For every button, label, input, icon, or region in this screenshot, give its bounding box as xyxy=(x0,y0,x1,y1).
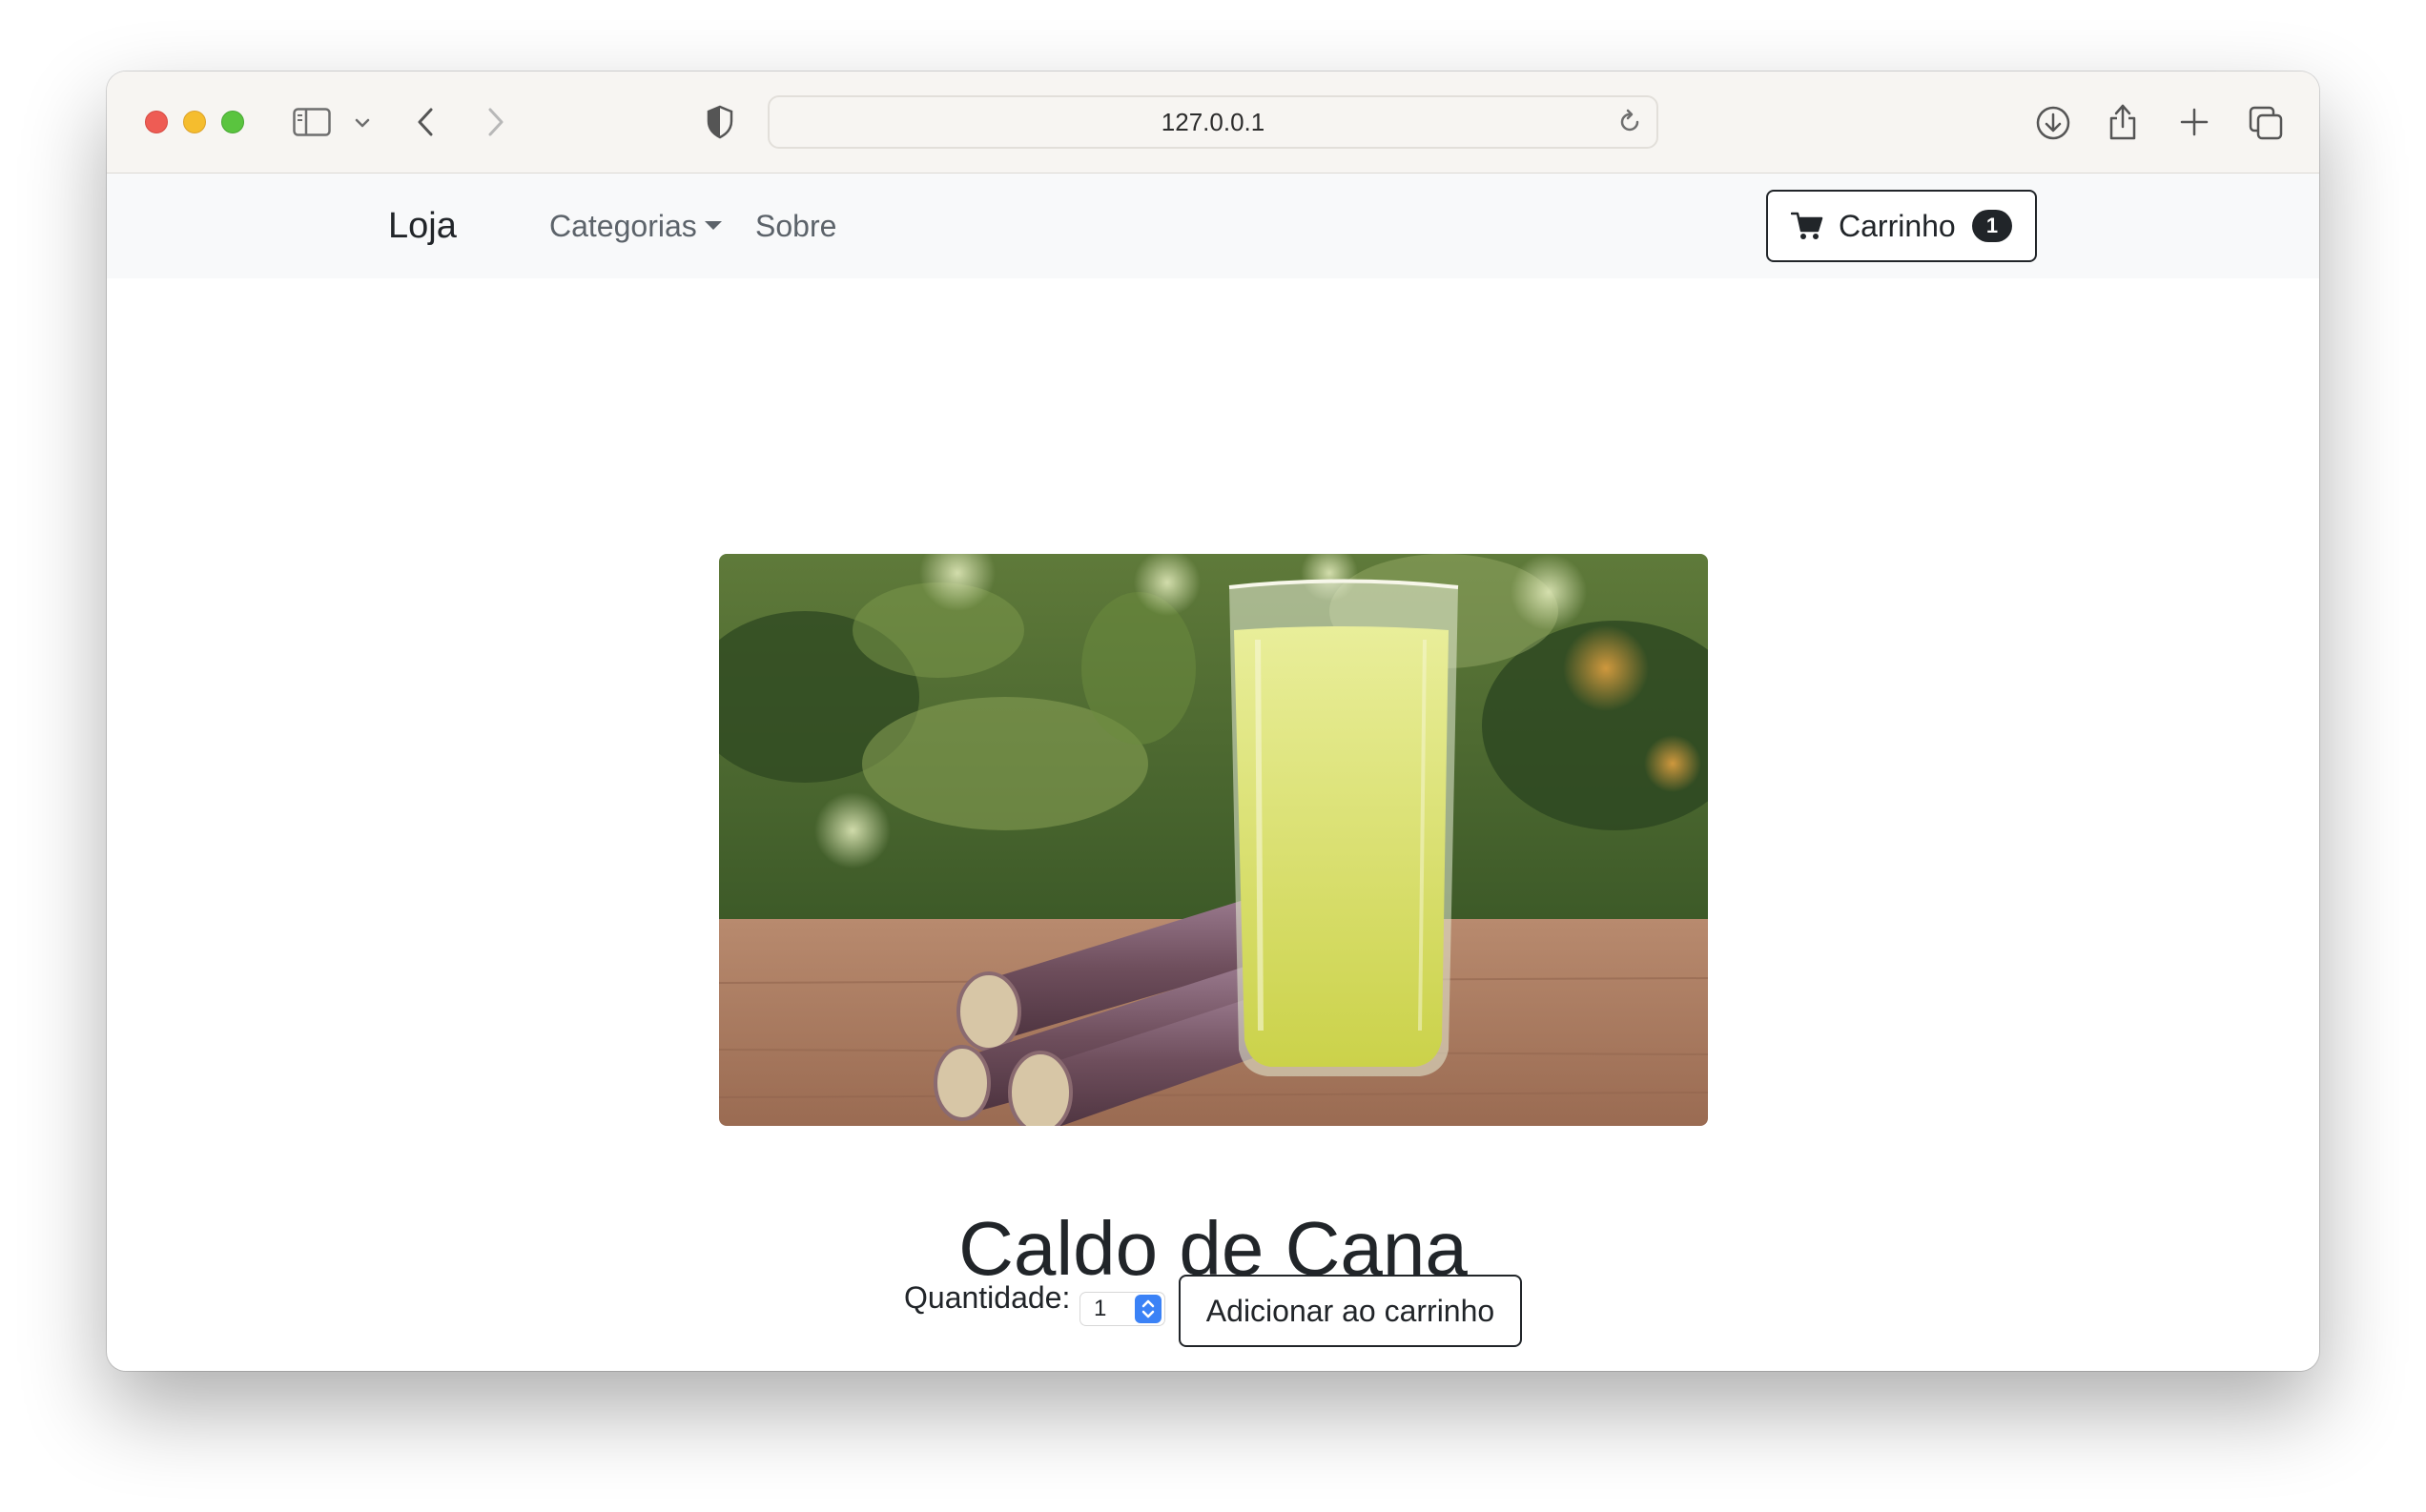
site-navbar: Loja Categorias Sobre Carrinho 1 xyxy=(107,174,2319,278)
quantity-stepper[interactable]: 1 xyxy=(1079,1292,1165,1326)
download-icon[interactable] xyxy=(2034,104,2072,142)
brand-link[interactable]: Loja xyxy=(388,174,457,278)
minimize-window-button[interactable] xyxy=(183,111,206,133)
url-text: 127.0.0.1 xyxy=(1161,108,1265,136)
nav-categorias-label: Categorias xyxy=(549,209,697,243)
close-window-button[interactable] xyxy=(145,111,168,133)
cart-button[interactable]: Carrinho 1 xyxy=(1766,190,2037,262)
shield-icon[interactable] xyxy=(706,105,734,139)
cart-count-badge: 1 xyxy=(1972,210,2012,242)
zoom-window-button[interactable] xyxy=(221,111,244,133)
nav-sobre-link[interactable]: Sobre xyxy=(755,174,836,278)
quantity-label: Quantidade: xyxy=(904,1280,1071,1315)
sidebar-toggle-icon[interactable] xyxy=(293,108,331,136)
chevron-down-icon[interactable] xyxy=(355,117,370,129)
back-arrow-icon[interactable] xyxy=(416,106,437,138)
quantity-value: 1 xyxy=(1094,1296,1107,1321)
new-tab-plus-icon[interactable] xyxy=(2178,106,2210,138)
reload-icon[interactable] xyxy=(1616,109,1643,140)
add-to-cart-button[interactable]: Adicionar ao carrinho xyxy=(1179,1275,1522,1347)
browser-window: 127.0.0.1 Loja Categorias Sobre Carrinho xyxy=(107,72,2319,1371)
nav-categorias-dropdown[interactable]: Categorias xyxy=(549,174,722,278)
product-image xyxy=(719,554,1708,1126)
tab-overview-icon[interactable] xyxy=(2247,104,2285,142)
forward-arrow-icon[interactable] xyxy=(484,106,505,138)
cart-icon xyxy=(1790,211,1823,246)
cart-label: Carrinho xyxy=(1839,209,1956,243)
browser-toolbar: 127.0.0.1 xyxy=(107,72,2319,174)
share-icon[interactable] xyxy=(2106,100,2140,142)
address-bar[interactable]: 127.0.0.1 xyxy=(768,95,1658,149)
dropdown-caret-icon xyxy=(704,221,722,231)
stepper-arrows-icon[interactable] xyxy=(1135,1295,1162,1323)
